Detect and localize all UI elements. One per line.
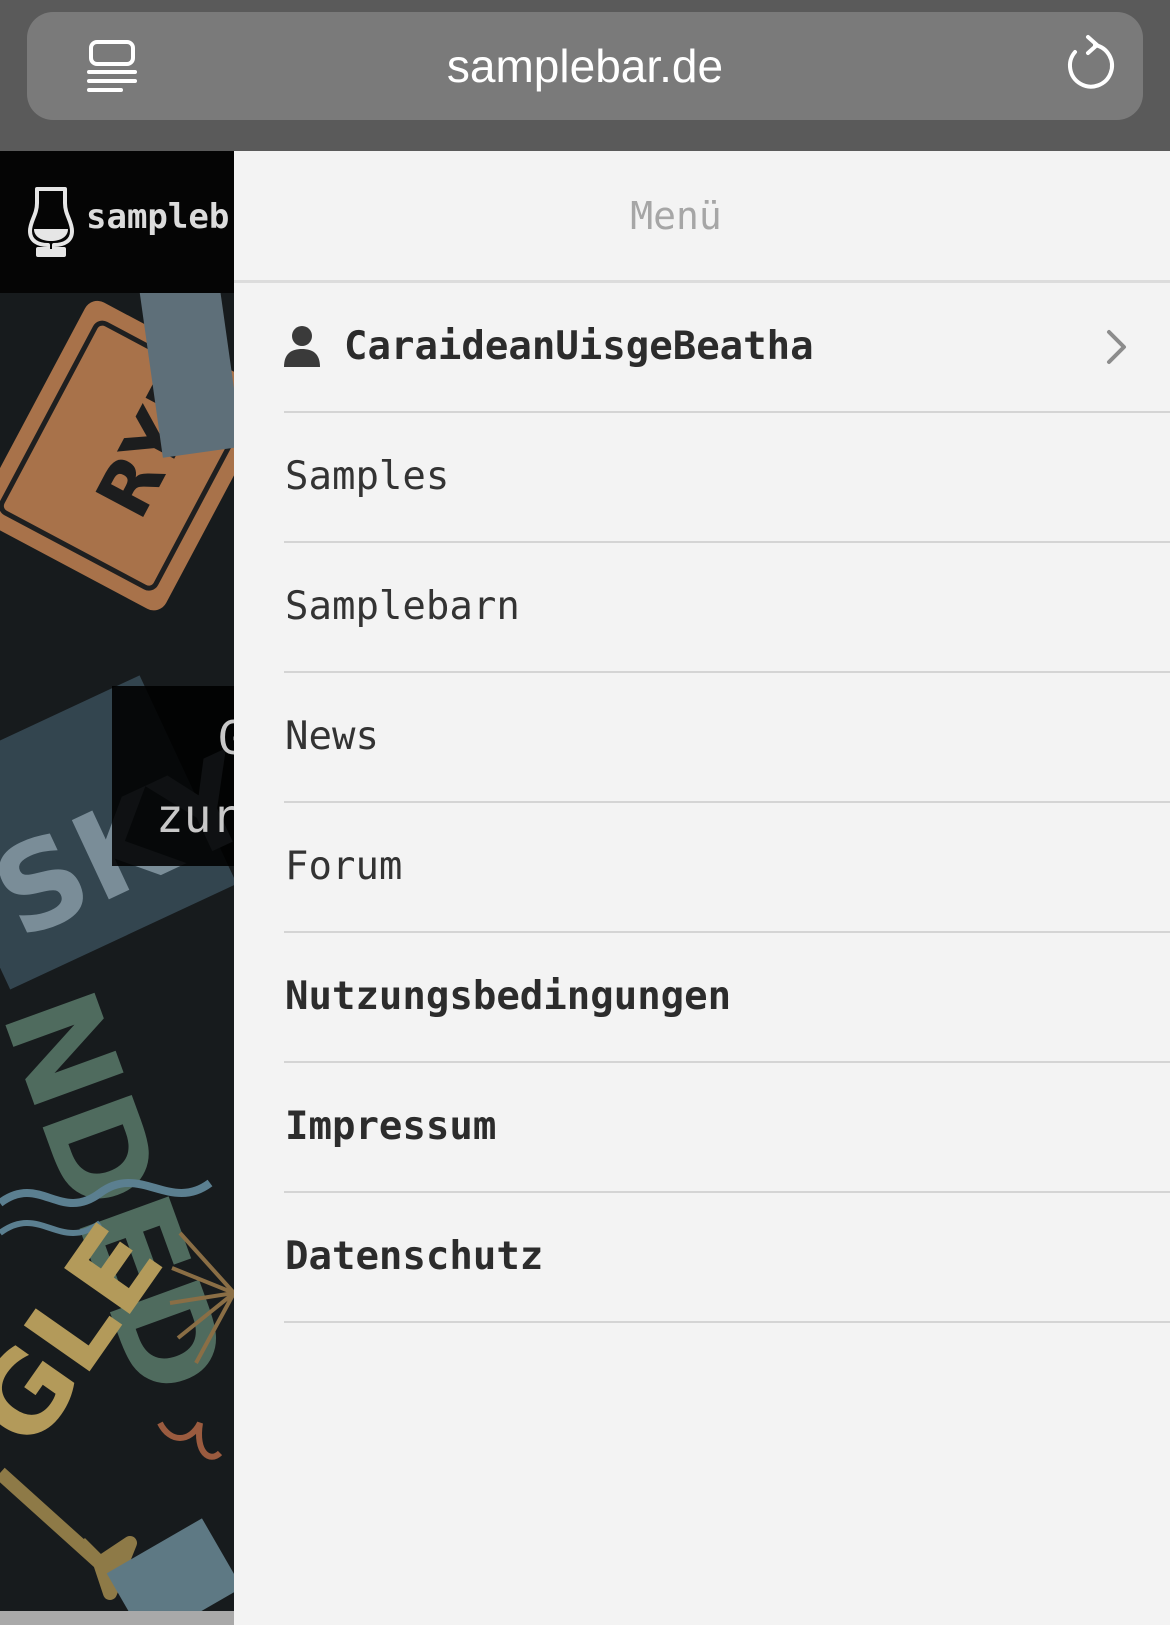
menu-item-user-profile[interactable]: CaraideanUisgeBeatha	[284, 283, 1170, 413]
menu-item-label: Nutzungsbedingungen	[285, 974, 732, 1019]
menu-item-impressum[interactable]: Impressum	[284, 1063, 1170, 1193]
menu-item-nutzungsbedingungen[interactable]: Nutzungsbedingungen	[284, 933, 1170, 1063]
menu-item-forum[interactable]: Forum	[284, 803, 1170, 933]
menu-item-samples[interactable]: Samples	[284, 413, 1170, 543]
menu-item-label: Forum	[285, 844, 403, 889]
address-bar[interactable]: samplebar.de	[27, 12, 1143, 120]
site-name[interactable]: sampleb	[86, 197, 229, 237]
menu-item-label: Datenschutz	[285, 1234, 544, 1279]
glencairn-glass-icon[interactable]	[28, 185, 74, 259]
background-page: sampleb RYE SKY NDED GLE	[0, 151, 234, 1625]
bottom-strip	[0, 1611, 234, 1625]
background-illustration: RYE SKY NDED GLE	[0, 293, 234, 1613]
menu-item-news[interactable]: News	[284, 673, 1170, 803]
menu-item-datenschutz[interactable]: Datenschutz	[284, 1193, 1170, 1323]
menu-item-label: Impressum	[285, 1104, 497, 1149]
user-name: CaraideanUisgeBeatha	[344, 324, 814, 369]
browser-toolbar: samplebar.de	[0, 0, 1170, 151]
hero-text-line-2: zur	[156, 789, 234, 843]
user-icon	[284, 325, 320, 367]
menu-item-samplebarn[interactable]: Samplebarn	[284, 543, 1170, 673]
side-drawer-menu: Menü CaraideanUisgeBeatha Samples Sample…	[234, 151, 1170, 1625]
menu-item-label: Samplebarn	[285, 584, 520, 629]
site-header: sampleb	[0, 151, 234, 293]
drawer-title: Menü	[630, 194, 722, 238]
menu-item-label: Samples	[285, 454, 450, 499]
reload-icon[interactable]	[1055, 32, 1123, 100]
menu-list: CaraideanUisgeBeatha Samples Samplebarn …	[284, 283, 1170, 1323]
hero-text-line-1: G	[218, 711, 234, 765]
url-text[interactable]: samplebar.de	[167, 12, 1003, 120]
chevron-right-icon	[1106, 329, 1128, 365]
reader-mode-icon[interactable]	[79, 32, 147, 100]
menu-item-label: News	[285, 714, 379, 759]
